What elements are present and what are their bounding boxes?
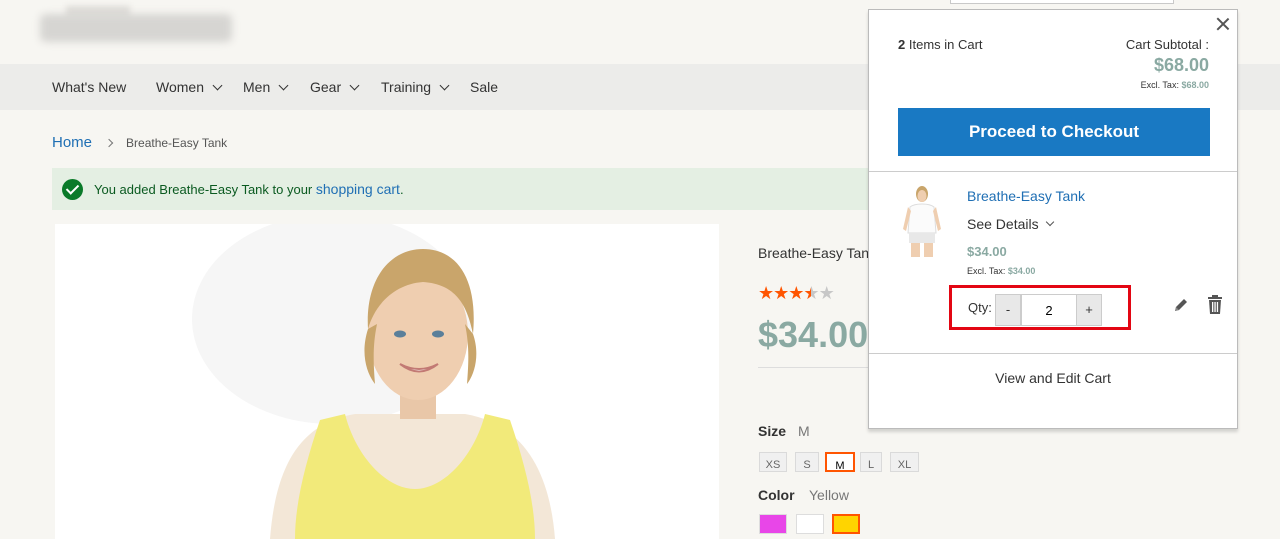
size-swatch-xl[interactable]: XL [890, 452, 919, 472]
nav-label: Sale [470, 79, 499, 95]
breadcrumb-current: Breathe-Easy Tank [126, 135, 228, 150]
cart-item-thumbnail[interactable] [897, 183, 947, 259]
message-suffix: . [399, 182, 404, 197]
see-details-toggle[interactable]: See Details [967, 216, 1054, 232]
nav-label: What's New [52, 79, 127, 95]
message-prefix: You added Breathe-Easy Tank to your [94, 182, 316, 197]
color-swatch-purple[interactable] [759, 514, 787, 534]
proceed-to-checkout-button[interactable]: Proceed to Checkout [898, 108, 1210, 156]
chevron-down-icon [278, 80, 289, 90]
excl-tax-value: $34.00 [1007, 266, 1036, 276]
minicart-dropdown: 2 Items in Cart Cart Subtotal : $68.00 E… [868, 9, 1238, 429]
nav-item-training[interactable]: Training [381, 79, 450, 95]
search-box-edge[interactable] [950, 0, 1174, 4]
size-selected-value: M [798, 423, 810, 439]
rating-stars[interactable]: ★★★★★ [758, 283, 835, 304]
product-title: Breathe-Easy Tank [758, 245, 877, 261]
chevron-down-icon [1045, 217, 1054, 227]
size-label: Size [758, 423, 787, 439]
product-price: $34.00 [758, 314, 869, 355]
nav-item-men[interactable]: Men [243, 79, 289, 95]
color-label: Color [758, 487, 795, 503]
qty-input[interactable] [1021, 294, 1077, 326]
star-half-icon: ★ [803, 283, 819, 303]
size-swatch-l[interactable]: L [860, 452, 882, 472]
cart-count-label: Items in Cart [908, 37, 983, 52]
edit-pencil-icon[interactable] [1173, 297, 1189, 313]
store-logo-blurred[interactable] [40, 14, 232, 42]
excl-tax-label: Excl. Tax: [967, 266, 1006, 276]
color-swatch-yellow[interactable] [832, 514, 860, 534]
shopping-cart-link[interactable]: shopping cart [316, 181, 400, 197]
cart-subtotal: $68.00 [1153, 55, 1209, 75]
cart-item-excl-tax: Excl. Tax: $34.00 [967, 266, 1035, 276]
product-image[interactable] [55, 224, 719, 539]
divider [869, 171, 1237, 172]
cart-subtotal-label: Cart Subtotal : [1125, 37, 1209, 52]
qty-increase-button[interactable]: + [1076, 294, 1102, 326]
star-icon: ★ [773, 283, 789, 303]
cart-item-name-link[interactable]: Breathe-Easy Tank [967, 188, 1085, 204]
chevron-down-icon [439, 80, 450, 90]
close-icon[interactable] [1215, 16, 1231, 32]
breadcrumb: Home Breathe-Easy Tank [52, 134, 227, 151]
nav-label: Men [243, 79, 271, 95]
size-swatch-xs[interactable]: XS [759, 452, 787, 472]
success-message-text: You added Breathe-Easy Tank to your shop… [94, 181, 404, 197]
qty-decrease-button[interactable]: - [995, 294, 1021, 326]
nav-label: Women [156, 79, 204, 95]
nav-item-women[interactable]: Women [156, 79, 223, 95]
excl-tax-label: Excl. Tax: [1140, 80, 1179, 90]
checkmark-icon [62, 178, 83, 200]
cart-excl-tax: Excl. Tax: $68.00 [1141, 80, 1209, 90]
color-selected-value: Yellow [809, 487, 849, 503]
divider [869, 353, 1237, 354]
star-icon: ★ [818, 283, 835, 303]
see-details-label: See Details [967, 216, 1039, 232]
divider [758, 367, 868, 368]
success-message: You added Breathe-Easy Tank to your shop… [52, 168, 882, 210]
size-swatch-s[interactable]: S [795, 452, 819, 472]
excl-tax-value: $68.00 [1181, 80, 1209, 90]
product-photo-illustration [192, 224, 555, 539]
nav-item-whats-new[interactable]: What's New [52, 79, 126, 95]
trash-icon[interactable] [1207, 295, 1223, 314]
nav-item-sale[interactable]: Sale [470, 79, 498, 95]
view-and-edit-cart-link[interactable]: View and Edit Cart [869, 370, 1237, 386]
star-icon: ★ [788, 283, 804, 303]
qty-label: Qty: [968, 300, 992, 315]
star-icon: ★ [758, 283, 774, 303]
size-swatch-m[interactable]: M [825, 452, 855, 472]
cart-item-price: $34.00 [967, 244, 1007, 259]
cart-count-number: 2 [898, 37, 906, 52]
nav-label: Training [381, 79, 432, 95]
cart-item-count: 2 Items in Cart [898, 37, 983, 52]
color-swatch-white[interactable] [796, 514, 824, 534]
nav-item-gear[interactable]: Gear [310, 79, 360, 95]
chevron-down-icon [349, 80, 360, 90]
chevron-right-icon [104, 138, 114, 147]
nav-label: Gear [310, 79, 342, 95]
breadcrumb-home-link[interactable]: Home [52, 134, 92, 151]
chevron-down-icon [212, 80, 223, 90]
qty-highlight-box: Qty: - + [949, 285, 1131, 330]
